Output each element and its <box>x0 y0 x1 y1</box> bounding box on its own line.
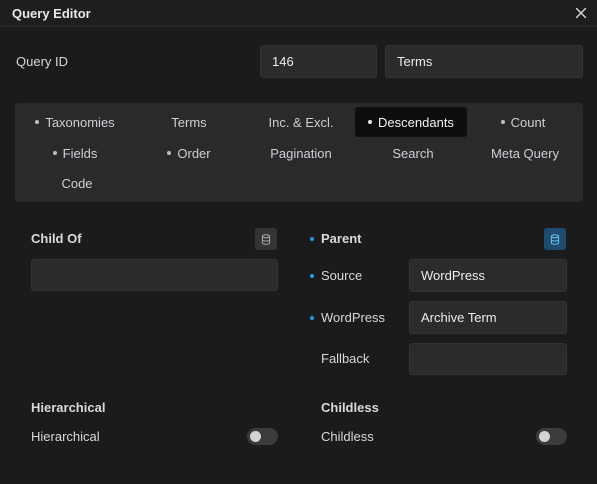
source-label: Source <box>321 268 363 283</box>
tab-fields[interactable]: Fields <box>19 138 131 168</box>
window-title: Query Editor <box>12 6 91 21</box>
parent-dynamic-button[interactable] <box>544 228 566 250</box>
close-icon[interactable] <box>574 6 588 20</box>
database-icon <box>261 233 271 245</box>
child-of-heading: Child Of <box>31 231 82 246</box>
query-id-label: Query ID <box>16 54 69 69</box>
title-bar: Query Editor <box>0 0 597 27</box>
source-value: WordPress <box>421 268 486 283</box>
tab-meta-query[interactable]: Meta Query <box>469 138 581 168</box>
tab-order[interactable]: Order <box>133 138 245 168</box>
wordpress-label: WordPress <box>321 310 386 325</box>
tab-code[interactable]: Code <box>21 168 133 198</box>
tab-descendants[interactable]: Descendants <box>355 107 467 137</box>
childless-heading: Childless <box>321 400 379 415</box>
tab-label: Pagination <box>270 145 332 161</box>
tab-label: Meta Query <box>491 145 559 161</box>
wordpress-select[interactable]: Archive Term <box>409 301 567 334</box>
query-type-value: Terms <box>397 54 433 69</box>
tab-indicator-dot <box>52 151 57 155</box>
tab-label: Taxonomies <box>45 114 115 130</box>
tab-label: Terms <box>171 114 207 130</box>
tab-indicator-dot <box>500 120 505 124</box>
tab-indicator-dot <box>167 151 172 155</box>
hierarchical-label: Hierarchical <box>31 429 100 444</box>
toggle-knob <box>250 431 261 442</box>
wordpress-value: Archive Term <box>421 310 497 325</box>
source-indicator-dot <box>310 274 314 278</box>
child-of-input[interactable] <box>31 259 278 291</box>
query-id-value: 146 <box>272 54 294 69</box>
tab-label: Descendants <box>378 114 454 130</box>
tab-indicator-dot <box>368 120 373 124</box>
tab-count[interactable]: Count <box>467 107 579 137</box>
toggle-knob <box>539 431 550 442</box>
tab-label: Code <box>61 175 93 191</box>
query-id-input[interactable]: 146 <box>260 45 377 78</box>
tab-label: Inc. & Excl. <box>268 114 334 130</box>
query-type-select[interactable]: Terms <box>385 45 583 78</box>
wordpress-indicator-dot <box>310 316 314 320</box>
parent-indicator-dot <box>310 237 314 241</box>
tab-taxonomies[interactable]: Taxonomies <box>19 107 131 137</box>
hierarchical-heading: Hierarchical <box>31 400 106 415</box>
source-select[interactable]: WordPress <box>409 259 567 292</box>
child-of-dynamic-button[interactable] <box>255 228 277 250</box>
tabs-panel: Taxonomies Terms Inc. & Excl. Descendant… <box>15 103 583 202</box>
childless-label: Childless <box>321 429 374 444</box>
tab-label: Fields <box>62 145 98 161</box>
parent-heading: Parent <box>321 231 362 246</box>
fallback-label: Fallback <box>321 351 370 366</box>
tab-indicator-dot <box>35 120 40 124</box>
fallback-input[interactable] <box>409 343 567 375</box>
hierarchical-toggle[interactable] <box>247 428 278 445</box>
database-icon <box>550 233 560 245</box>
tab-label: Search <box>392 145 434 161</box>
tab-inc-excl[interactable]: Inc. & Excl. <box>245 107 357 137</box>
childless-toggle[interactable] <box>536 428 567 445</box>
tab-label: Count <box>510 114 546 130</box>
tab-label: Order <box>177 145 211 161</box>
tab-terms[interactable]: Terms <box>133 107 245 137</box>
tab-search[interactable]: Search <box>357 138 469 168</box>
tab-pagination[interactable]: Pagination <box>245 138 357 168</box>
